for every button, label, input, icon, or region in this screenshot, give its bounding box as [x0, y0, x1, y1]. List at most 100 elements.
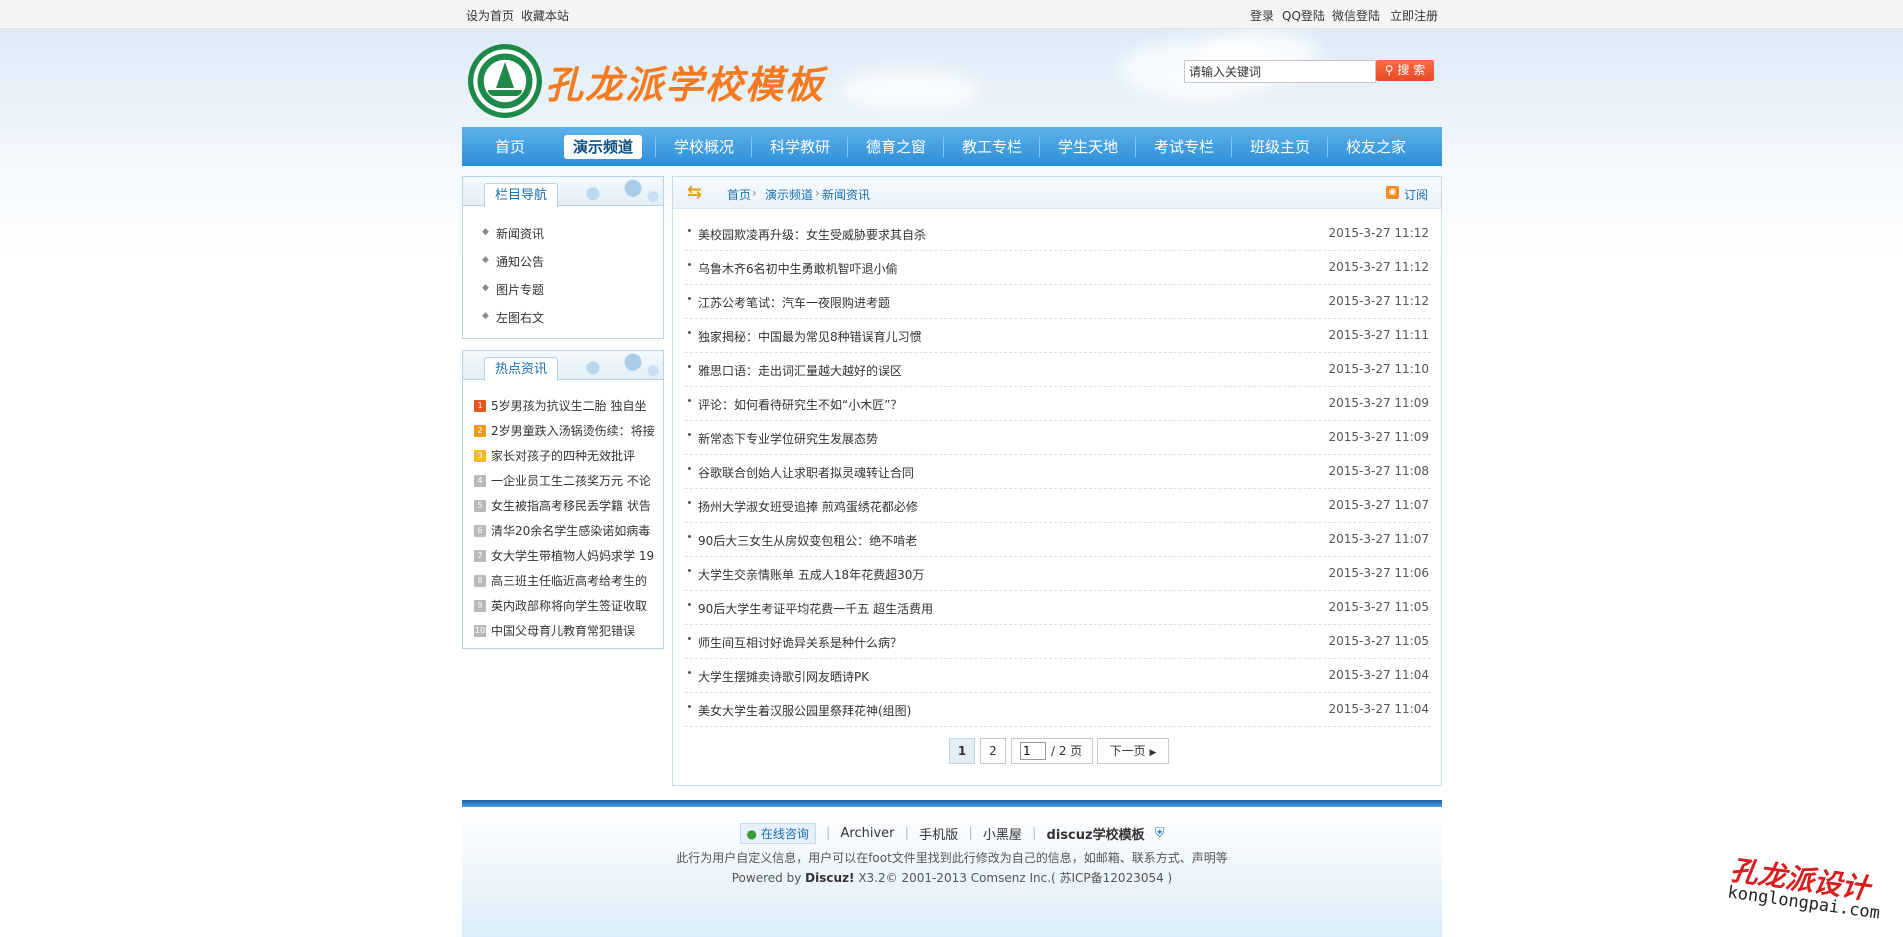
- nav-divider: [1039, 137, 1040, 157]
- discuz-version: X3.2: [858, 871, 886, 885]
- news-date: 2015-3-27 11:12: [1328, 226, 1430, 240]
- footer: ● 在线咨询 | Archiver | 手机版 | 小黑屋 | discuz学校…: [462, 807, 1442, 937]
- news-title[interactable]: 美校园欺凌再升级：女生受威胁要求其自杀: [698, 226, 926, 243]
- footer-separator: |: [1032, 826, 1037, 841]
- footer-separator: |: [968, 826, 973, 841]
- hot-news-item[interactable]: 5 女生被指高考移民丢学籍 状告: [474, 497, 656, 513]
- nav-item-classes[interactable]: 班级主页: [1236, 127, 1324, 166]
- shield-icon[interactable]: ⛨: [1155, 826, 1165, 841]
- bullet-icon: [688, 603, 691, 606]
- news-row[interactable]: 美校园欺凌再升级：女生受威胁要求其自杀 2015-3-27 11:12: [685, 217, 1431, 251]
- online-consult-label: 在线咨询: [760, 827, 809, 841]
- next-page-button[interactable]: 下一页 ▶: [1097, 738, 1169, 764]
- news-row[interactable]: 乌鲁木齐6名初中生勇敢机智吓退小偷 2015-3-27 11:12: [685, 251, 1431, 285]
- news-title[interactable]: 评论：如何看待研究生不如“小木匠”？: [698, 396, 902, 413]
- news-title[interactable]: 新常态下专业学位研究生发展态势: [698, 430, 878, 447]
- company-link[interactable]: Comsenz Inc.: [971, 871, 1051, 885]
- wechat-login-link[interactable]: 微信登陆: [1332, 7, 1380, 24]
- nav-item-demo[interactable]: 演示频道: [564, 135, 642, 159]
- hot-news-item[interactable]: 1 5岁男孩为抗议生二胎 独自坐: [474, 397, 656, 413]
- news-title[interactable]: 美女大学生着汉服公园里祭拜花神(组图): [698, 702, 911, 719]
- news-row[interactable]: 评论：如何看待研究生不如“小木匠”？ 2015-3-27 11:09: [685, 387, 1431, 421]
- page-1-button[interactable]: 1: [949, 738, 975, 764]
- footer-separator: |: [825, 826, 831, 841]
- news-row[interactable]: 90后大三女生从房奴变包租公：绝不啃老 2015-3-27 11:07: [685, 523, 1431, 557]
- nav-divider: [1135, 137, 1136, 157]
- news-title[interactable]: 师生间互相讨好诡异关系是种什么病？: [698, 634, 902, 651]
- footer-link-mobile[interactable]: 手机版: [919, 824, 958, 843]
- nav-item-exams[interactable]: 考试专栏: [1140, 127, 1228, 166]
- search-input[interactable]: [1184, 60, 1376, 83]
- news-title[interactable]: 谷歌联合创始人让求职者拟灵魂转让合同: [698, 464, 914, 481]
- login-link[interactable]: 登录: [1250, 7, 1274, 24]
- rss-icon[interactable]: ◉: [1386, 186, 1399, 199]
- news-title[interactable]: 大学生摆摊卖诗歌引网友晒诗PK: [698, 668, 869, 685]
- footer-brand[interactable]: discuz学校模板: [1047, 824, 1145, 843]
- hot-news-item[interactable]: 10 中国父母育儿教育常犯错误: [474, 622, 656, 638]
- chevron-right-icon: ▶: [1149, 748, 1157, 758]
- bullet-icon: [688, 331, 691, 334]
- news-title[interactable]: 扬州大学淑女班受追捧 煎鸡蛋绣花都必修: [698, 498, 918, 515]
- news-row[interactable]: 江苏公考笔试：汽车一夜限购进考题 2015-3-27 11:12: [685, 285, 1431, 319]
- category-item[interactable]: 通知公告: [496, 253, 544, 270]
- news-row[interactable]: 独家揭秘：中国最为常见8种错误育儿习惯 2015-3-27 11:11: [685, 319, 1431, 353]
- register-link[interactable]: 立即注册: [1390, 7, 1438, 24]
- news-title[interactable]: 90后大三女生从房奴变包租公：绝不啃老: [698, 532, 917, 549]
- rank-badge: 1: [474, 399, 486, 412]
- page-2-button[interactable]: 2: [980, 738, 1006, 764]
- news-title[interactable]: 雅思口语：走出词汇量越大越好的误区: [698, 362, 902, 379]
- hot-news-item[interactable]: 2 2岁男童跌入汤锅烫伤续：将接: [474, 422, 656, 438]
- category-item[interactable]: 新闻资讯: [496, 225, 544, 242]
- nav-item-students[interactable]: 学生天地: [1044, 127, 1132, 166]
- nav-item-moral[interactable]: 德育之窗: [852, 127, 940, 166]
- news-row[interactable]: 谷歌联合创始人让求职者拟灵魂转让合同 2015-3-27 11:08: [685, 455, 1431, 489]
- news-title[interactable]: 江苏公考笔试：汽车一夜限购进考题: [698, 294, 890, 311]
- nav-item-alumni[interactable]: 校友之家: [1332, 127, 1420, 166]
- nav-item-school[interactable]: 学校概况: [660, 127, 748, 166]
- news-title[interactable]: 90后大学生考证平均花费一千五 超生活费用: [698, 600, 933, 617]
- hot-news-item[interactable]: 6 清华20余名学生感染诺如病毒: [474, 522, 656, 538]
- search-button[interactable]: ⚲ 搜 索: [1376, 60, 1434, 81]
- news-row[interactable]: 新常态下专业学位研究生发展态势 2015-3-27 11:09: [685, 421, 1431, 455]
- set-home-link[interactable]: 设为首页: [466, 7, 514, 24]
- hot-news-item[interactable]: 3 家长对孩子的四种无效批评: [474, 447, 656, 463]
- school-logo[interactable]: [468, 44, 542, 118]
- news-title[interactable]: 乌鲁木齐6名初中生勇敢机智吓退小偷: [698, 260, 898, 277]
- hot-news-item[interactable]: 7 女大学生带植物人妈妈求学 19: [474, 547, 656, 563]
- bullet-icon: [688, 297, 691, 300]
- news-row[interactable]: 扬州大学淑女班受追捧 煎鸡蛋绣花都必修 2015-3-27 11:07: [685, 489, 1431, 523]
- hot-news-item[interactable]: 4 一企业员工生二孩奖万元 不论: [474, 472, 656, 488]
- news-date: 2015-3-27 11:08: [1328, 464, 1430, 478]
- hot-news-item[interactable]: 9 英内政部称将向学生签证收取: [474, 597, 656, 613]
- page-number-input[interactable]: [1020, 742, 1046, 760]
- footer-link-blackroom[interactable]: 小黑屋: [983, 824, 1022, 843]
- bullet-icon: [688, 399, 691, 402]
- news-row[interactable]: 大学生交亲情账单 五成人18年花费超30万 2015-3-27 11:06: [685, 557, 1431, 591]
- nav-item-home[interactable]: 首页: [472, 127, 548, 166]
- nav-item-staff[interactable]: 教工专栏: [948, 127, 1036, 166]
- icp-link[interactable]: ( 苏ICP备12023054 ): [1051, 871, 1172, 885]
- news-title[interactable]: 独家揭秘：中国最为常见8种错误育儿习惯: [698, 328, 922, 345]
- bullet-icon: ◆: [482, 227, 489, 237]
- subscribe-link[interactable]: 订阅: [1404, 186, 1428, 203]
- news-row[interactable]: 美女大学生着汉服公园里祭拜花神(组图) 2015-3-27 11:04: [685, 693, 1431, 727]
- qq-login-link[interactable]: QQ登陆: [1282, 7, 1325, 24]
- news-title[interactable]: 大学生交亲情账单 五成人18年花费超30万: [698, 566, 924, 583]
- news-row[interactable]: 大学生摆摊卖诗歌引网友晒诗PK 2015-3-27 11:04: [685, 659, 1431, 693]
- breadcrumb-channel[interactable]: 演示频道: [765, 186, 813, 203]
- nav-item-research[interactable]: 科学教研: [756, 127, 844, 166]
- online-consult-button[interactable]: ● 在线咨询: [739, 823, 816, 844]
- news-row[interactable]: 雅思口语：走出词汇量越大越好的误区 2015-3-27 11:10: [685, 353, 1431, 387]
- category-item[interactable]: 左图右文: [496, 309, 544, 326]
- hot-news-item[interactable]: 8 高三班主任临近高考给考生的: [474, 572, 656, 588]
- discuz-link[interactable]: Discuz!: [805, 871, 854, 885]
- site-title[interactable]: 孔龙派学校模板: [545, 54, 825, 109]
- category-item[interactable]: 图片专题: [496, 281, 544, 298]
- news-row[interactable]: 90后大学生考证平均花费一千五 超生活费用 2015-3-27 11:05: [685, 591, 1431, 625]
- news-row[interactable]: 师生间互相讨好诡异关系是种什么病？ 2015-3-27 11:05: [685, 625, 1431, 659]
- bookmark-link[interactable]: 收藏本站: [521, 7, 569, 24]
- footer-link-archiver[interactable]: Archiver: [841, 826, 895, 841]
- breadcrumb-home[interactable]: 首页: [727, 186, 751, 203]
- hot-news-title-text: 2岁男童跌入汤锅烫伤续：将接: [491, 424, 655, 438]
- page-jump: / 2 页: [1011, 738, 1093, 764]
